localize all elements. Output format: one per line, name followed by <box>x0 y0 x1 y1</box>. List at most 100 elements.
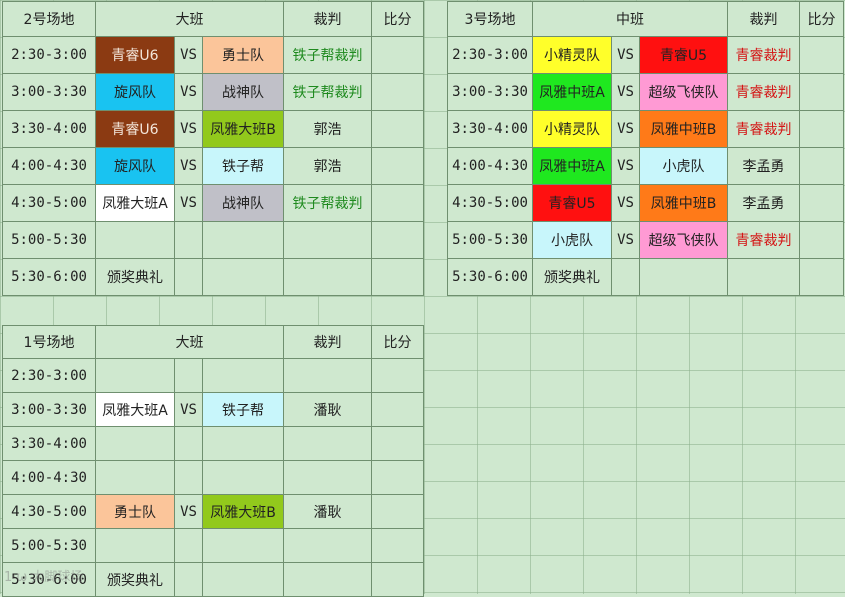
vs-cell[interactable] <box>174 358 203 393</box>
score-cell[interactable] <box>799 110 845 148</box>
referee-cell[interactable]: 郭浩 <box>283 110 373 148</box>
team-a-cell[interactable] <box>95 528 175 563</box>
field-header-cell[interactable]: 3号场地 <box>447 1 533 37</box>
score-cell[interactable] <box>799 221 845 259</box>
team-a-cell[interactable] <box>95 426 175 461</box>
referee-cell[interactable]: 青睿裁判 <box>727 73 801 111</box>
vs-cell[interactable]: VS <box>174 184 203 222</box>
time-cell[interactable]: 3:00-3:30 <box>447 73 533 111</box>
referee-header-cell[interactable]: 裁判 <box>283 325 373 359</box>
field-header-cell[interactable]: 2号场地 <box>2 1 96 37</box>
team-b-cell[interactable]: 超级飞侠队 <box>638 221 729 259</box>
score-cell[interactable] <box>371 392 425 427</box>
score-cell[interactable] <box>371 528 425 563</box>
time-cell[interactable]: 3:30-4:00 <box>2 110 96 148</box>
time-cell[interactable]: 4:00-4:30 <box>2 460 96 495</box>
time-cell[interactable]: 5:00-5:30 <box>447 221 533 259</box>
team-a-cell[interactable]: 青睿U6 <box>95 36 175 74</box>
team-a-cell[interactable]: 凤雅大班A <box>95 184 175 222</box>
team-a-cell[interactable] <box>95 460 175 495</box>
team-a-cell[interactable]: 勇士队 <box>95 494 175 529</box>
time-cell[interactable]: 3:00-3:30 <box>2 73 96 111</box>
time-cell[interactable]: 2:30-3:00 <box>447 36 533 74</box>
score-cell[interactable] <box>371 221 425 259</box>
team-b-cell[interactable]: 凤雅中班B <box>638 110 729 148</box>
time-cell[interactable]: 4:30-5:00 <box>447 184 533 222</box>
vs-cell[interactable]: VS <box>611 73 640 111</box>
team-b-cell[interactable]: 铁子帮 <box>201 392 285 427</box>
vs-cell[interactable]: VS <box>611 221 640 259</box>
team-b-cell[interactable]: 铁子帮 <box>201 147 285 185</box>
referee-cell[interactable]: 李孟勇 <box>727 184 801 222</box>
vs-cell[interactable]: VS <box>611 184 640 222</box>
score-cell[interactable] <box>371 258 425 296</box>
referee-cell[interactable]: 郭浩 <box>283 147 373 185</box>
time-cell[interactable]: 5:30-6:00 <box>2 258 96 296</box>
team-b-cell[interactable]: 凤雅中班B <box>638 184 729 222</box>
score-cell[interactable] <box>371 110 425 148</box>
time-cell[interactable]: 4:30-5:00 <box>2 184 96 222</box>
empty-cell[interactable] <box>201 258 285 296</box>
time-cell[interactable]: 4:00-4:30 <box>2 147 96 185</box>
referee-header-cell[interactable]: 裁判 <box>283 1 373 37</box>
class-header-cell[interactable]: 大班 <box>94 1 285 37</box>
team-b-cell[interactable]: 凤雅大班B <box>201 110 285 148</box>
team-a-cell[interactable]: 青睿U5 <box>532 184 612 222</box>
empty-cell[interactable] <box>174 258 203 296</box>
score-cell[interactable] <box>371 358 425 393</box>
vs-cell[interactable]: VS <box>174 110 203 148</box>
ceremony-cell[interactable]: 颁奖典礼 <box>532 258 612 296</box>
team-a-cell[interactable]: 青睿U6 <box>95 110 175 148</box>
vs-cell[interactable]: VS <box>174 73 203 111</box>
score-header-cell[interactable]: 比分 <box>371 325 425 359</box>
team-b-cell[interactable] <box>201 221 285 259</box>
team-a-cell[interactable] <box>95 358 175 393</box>
empty-cell[interactable] <box>638 258 729 296</box>
referee-cell[interactable] <box>283 528 373 563</box>
time-cell[interactable]: 4:00-4:30 <box>447 147 533 185</box>
vs-cell[interactable]: VS <box>611 110 640 148</box>
referee-cell[interactable] <box>283 358 373 393</box>
team-b-cell[interactable]: 青睿U5 <box>638 36 729 74</box>
score-cell[interactable] <box>799 147 845 185</box>
time-cell[interactable]: 3:30-4:00 <box>2 426 96 461</box>
empty-cell[interactable] <box>174 562 203 597</box>
referee-cell[interactable] <box>283 426 373 461</box>
class-header-cell[interactable]: 大班 <box>94 325 285 359</box>
score-cell[interactable] <box>799 258 845 296</box>
team-b-cell[interactable] <box>201 528 285 563</box>
team-b-cell[interactable]: 小虎队 <box>638 147 729 185</box>
team-a-cell[interactable]: 小精灵队 <box>532 110 612 148</box>
time-cell[interactable]: 3:00-3:30 <box>2 392 96 427</box>
referee-cell[interactable]: 潘耿 <box>283 494 373 529</box>
team-b-cell[interactable] <box>201 358 285 393</box>
time-cell[interactable]: 3:30-4:00 <box>447 110 533 148</box>
team-b-cell[interactable] <box>201 426 285 461</box>
empty-cell[interactable] <box>201 562 285 597</box>
time-cell[interactable]: 4:30-5:00 <box>2 494 96 529</box>
score-cell[interactable] <box>799 184 845 222</box>
time-cell[interactable]: 5:30-6:00 <box>447 258 533 296</box>
referee-header-cell[interactable]: 裁判 <box>727 1 801 37</box>
referee-cell[interactable] <box>283 258 373 296</box>
team-b-cell[interactable] <box>201 460 285 495</box>
vs-cell[interactable]: VS <box>611 147 640 185</box>
score-cell[interactable] <box>371 36 425 74</box>
team-a-cell[interactable]: 凤雅中班A <box>532 73 612 111</box>
score-cell[interactable] <box>371 460 425 495</box>
team-b-cell[interactable]: 勇士队 <box>201 36 285 74</box>
referee-cell[interactable]: 铁子帮裁判 <box>283 36 373 74</box>
score-cell[interactable] <box>371 562 425 597</box>
team-a-cell[interactable]: 小虎队 <box>532 221 612 259</box>
score-header-cell[interactable]: 比分 <box>799 1 845 37</box>
referee-cell[interactable]: 铁子帮裁判 <box>283 184 373 222</box>
class-header-cell[interactable]: 中班 <box>531 1 729 37</box>
team-a-cell[interactable]: 旋风队 <box>95 73 175 111</box>
referee-cell[interactable]: 青睿裁判 <box>727 221 801 259</box>
team-a-cell[interactable]: 小精灵队 <box>532 36 612 74</box>
referee-cell[interactable]: 青睿裁判 <box>727 36 801 74</box>
team-b-cell[interactable]: 战神队 <box>201 184 285 222</box>
score-cell[interactable] <box>371 494 425 529</box>
team-a-cell[interactable]: 凤雅中班A <box>532 147 612 185</box>
score-cell[interactable] <box>799 73 845 111</box>
